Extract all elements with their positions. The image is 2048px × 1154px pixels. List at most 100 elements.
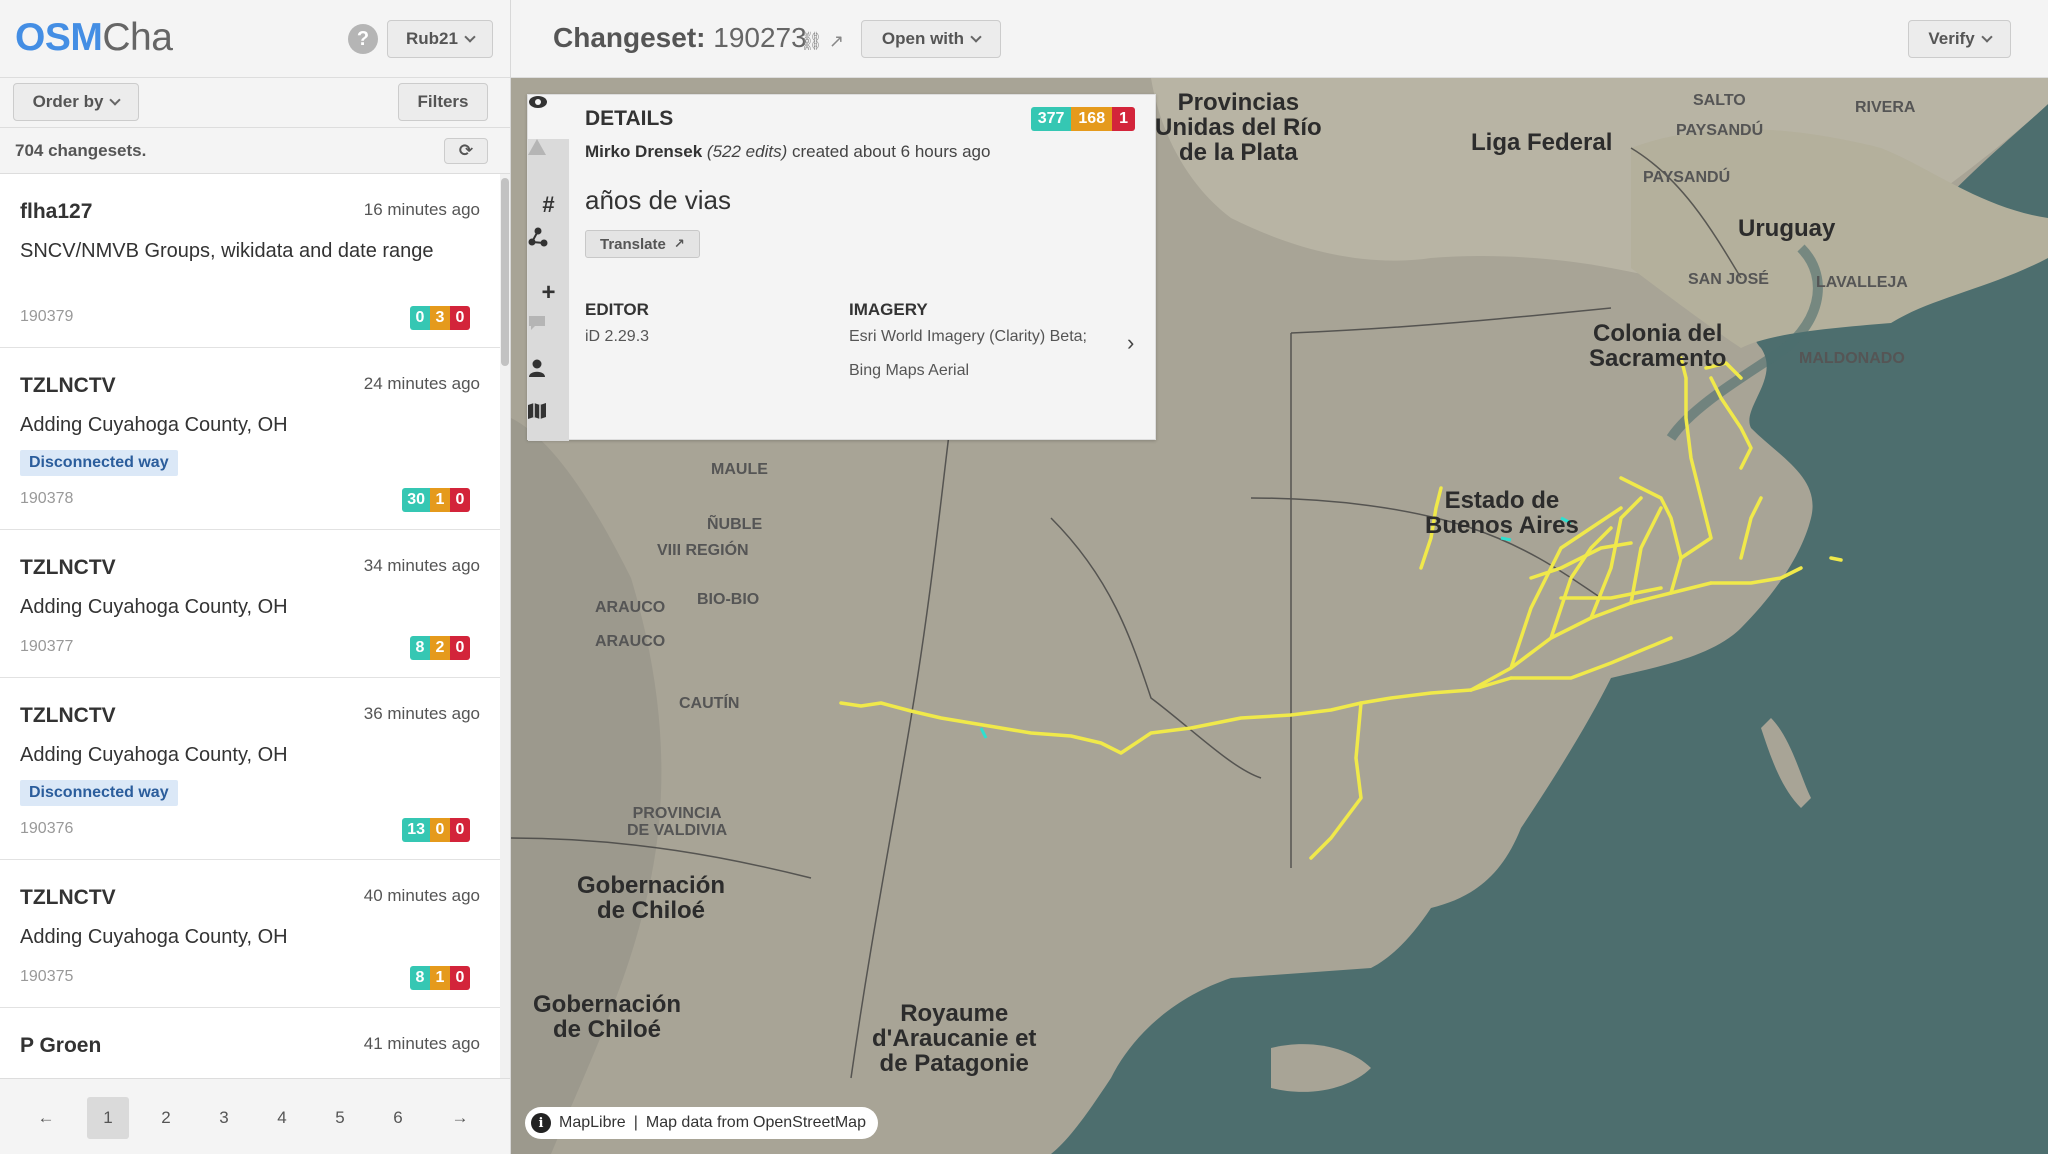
map-label-bio-bio: BIO-BIO [697,591,760,608]
changeset-time: 34 minutes ago [363,556,480,575]
map-label-uruguay: Uruguay [1738,215,1836,242]
map-label-san-jose: SAN JOSÉ [1688,271,1769,288]
flag-badge: Disconnected way [20,780,178,806]
map-attribution: i MapLibre | Map data from OpenStreetMap [525,1107,878,1139]
create-count-badge: 8 [410,636,430,660]
page-1-button[interactable]: 1 [87,1097,129,1139]
details-badges: 377 168 1 [1030,107,1135,131]
page-4-button[interactable]: 4 [261,1097,303,1139]
create-count-badge: 8 [410,966,430,990]
page-2-button[interactable]: 2 [145,1097,187,1139]
info-icon[interactable]: i [531,1113,551,1133]
delete-count-badge: 1 [1112,107,1135,131]
next-page-button[interactable]: → [439,1097,481,1139]
map-icon[interactable] [528,403,569,447]
filters-button[interactable]: Filters [398,83,488,121]
changeset-user[interactable]: flha127 [20,200,92,224]
comment-icon[interactable] [528,315,569,359]
translate-label: Translate [600,235,666,253]
verify-label: Verify [1928,29,1975,48]
openstreetmap-link[interactable]: OpenStreetMap [753,1114,866,1132]
list-item[interactable]: TZLNCTV 34 minutes ago Adding Cuyahoga C… [0,530,500,678]
chevron-down-icon [464,31,476,43]
delete-count-badge: 0 [450,818,470,842]
link-icon[interactable]: ⛓ [800,31,823,52]
map-label-araucanie: Royaume d'Araucanie et de Patagonie [872,1000,1037,1078]
map-label-viii-region: VIII REGIÓN [657,542,749,559]
map-label-maldonado: MALDONADO [1799,350,1905,367]
imagery-label: IMAGERY [849,300,928,319]
details-created: created about 6 hours ago [791,142,991,161]
changeset-user[interactable]: TZLNCTV [20,556,116,580]
map-label-provincias: Provincias Unidas del Río de la Plata [1155,89,1322,167]
plus-icon[interactable]: + [528,271,569,315]
maplibre-link[interactable]: MapLibre [559,1114,626,1132]
create-count-badge: 30 [402,488,430,512]
user-menu-button[interactable]: Rub21 [387,20,493,58]
chevron-right-icon[interactable]: › [1127,330,1134,356]
changeset-id-title: 190273 [713,22,807,53]
modify-count-badge: 0 [430,818,450,842]
map-view[interactable]: Provincias Unidas del Río de la Plata Li… [511,78,2048,1154]
changeset-comment: Adding Cuyahoga County, OH [20,414,288,436]
eye-icon[interactable] [528,95,569,139]
list-scrollbar[interactable] [500,174,510,1078]
open-with-label: Open with [881,29,965,48]
page-title: Changeset: 190273 [553,22,807,53]
page-5-button[interactable]: 5 [319,1097,361,1139]
help-button[interactable]: ? [348,24,378,54]
page-6-button[interactable]: 6 [377,1097,419,1139]
hashtag-icon[interactable]: # [528,183,569,227]
modify-count-badge: 2 [430,636,450,660]
delete-count-badge: 0 [450,636,470,660]
map-label-rivera: RIVERA [1855,99,1916,116]
changeset-count-bar: 704 changesets. ⟳ [0,128,510,174]
user-icon[interactable] [528,359,569,403]
open-with-button[interactable]: Open with [861,20,1001,58]
translate-button[interactable]: Translate ↗ [585,230,700,258]
pagination: ← 1 2 3 4 5 6 → [0,1078,510,1154]
external-link-icon[interactable]: ↗ [829,31,844,52]
user-menu-label: Rub21 [406,29,458,48]
map-label-chiloe-1: Gobernación de Chiloé [577,872,726,925]
prev-page-button[interactable]: ← [25,1097,67,1139]
scrollbar-thumb[interactable] [501,178,509,366]
changeset-user[interactable]: P Groen [20,1034,101,1058]
app-logo[interactable]: OSMCha [15,16,173,60]
list-item[interactable]: flha127 16 minutes ago SNCV/NMVB Groups,… [0,174,500,348]
changeset-user[interactable]: TZLNCTV [20,704,116,728]
details-username[interactable]: Mirko Drensek [585,142,702,161]
changeset-header: Changeset: 190273 ⛓ ↗ Open with Verify [511,0,2048,78]
refresh-button[interactable]: ⟳ [444,138,488,164]
changeset-time: 40 minutes ago [363,886,480,905]
list-item[interactable]: TZLNCTV 40 minutes ago Adding Cuyahoga C… [0,860,500,1008]
order-by-label: Order by [32,92,104,111]
changeset-comment: Adding Cuyahoga County, OH [20,926,288,948]
map-label-cautin: CAUTÍN [679,695,740,712]
changeset-user[interactable]: TZLNCTV [20,886,116,910]
list-item[interactable]: P Groen 41 minutes ago [0,1008,500,1078]
delete-count-badge: 0 [450,488,470,512]
details-comment: años de vias [585,185,731,215]
map-label-arauco-2: ARAUCO [595,633,666,650]
modify-count-badge: 3 [430,306,450,330]
map-label-colonia: Colonia del Sacramento [1589,320,1727,373]
verify-button[interactable]: Verify [1908,20,2011,58]
warning-icon[interactable] [528,139,569,183]
map-label-valdivia: PROVINCIA DE VALDIVIA [627,805,728,839]
modify-count-badge: 168 [1071,107,1113,131]
changeset-user[interactable]: TZLNCTV [20,374,116,398]
order-by-button[interactable]: Order by [13,83,139,121]
modify-count-badge: 1 [430,488,450,512]
sidebar-header: OSMCha ? Rub21 [0,0,510,78]
list-item[interactable]: TZLNCTV 24 minutes ago Adding Cuyahoga C… [0,348,500,530]
modify-count-badge: 1 [430,966,450,990]
create-count-badge: 0 [410,306,430,330]
chevron-down-icon [1980,31,1993,43]
changeset-time: 24 minutes ago [363,374,480,393]
list-item[interactable]: TZLNCTV 36 minutes ago Adding Cuyahoga C… [0,678,500,860]
features-icon[interactable] [528,227,569,271]
changeset-time: 36 minutes ago [363,704,480,723]
chevron-down-icon [970,31,982,43]
page-3-button[interactable]: 3 [203,1097,245,1139]
